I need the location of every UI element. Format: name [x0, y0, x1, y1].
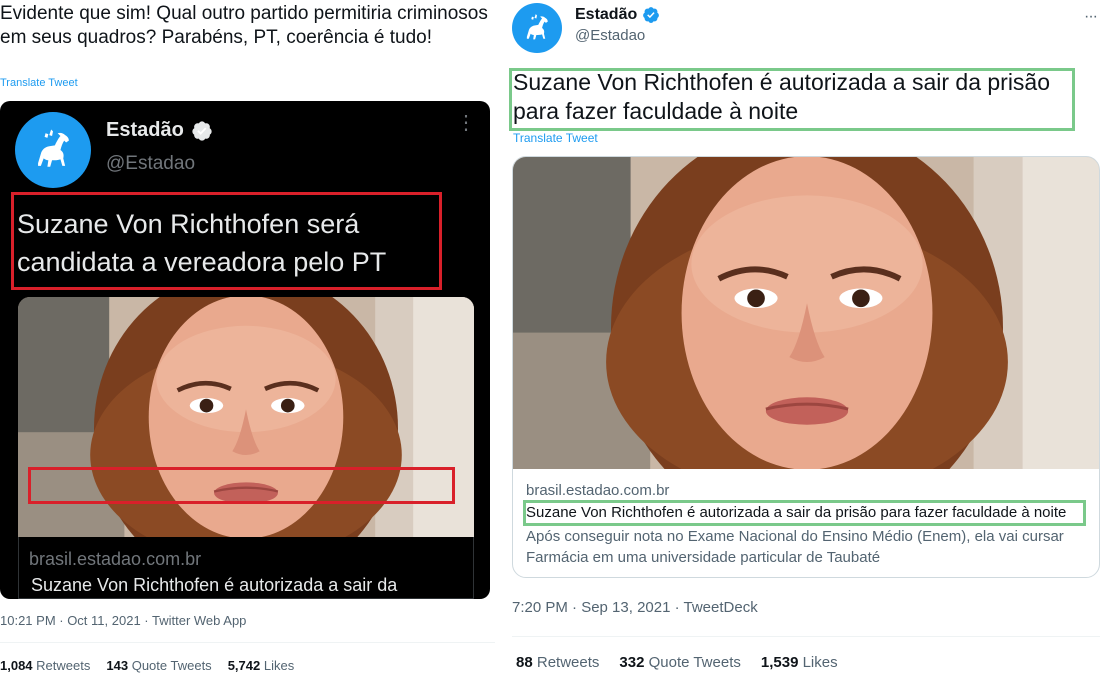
link-domain: brasil.estadao.com.br: [29, 549, 202, 569]
likes-stat[interactable]: 1,539 Likes: [761, 654, 838, 671]
retweets-label: Retweets: [536, 654, 600, 671]
likes-count: 1,539: [760, 654, 799, 671]
tweet-stats: 1,084 Retweets 143 Quote Tweets 5,742 Li…: [0, 658, 294, 673]
author-name-text: Estadão: [575, 6, 638, 23]
estadao-horse-logo-icon: [25, 122, 81, 178]
retweets-stat[interactable]: 1,084 Retweets: [0, 658, 90, 673]
translate-tweet-link[interactable]: Translate Tweet: [513, 131, 598, 145]
link-description: Após conseguir nota no Exame Nacional do…: [526, 528, 1064, 566]
link-title: Suzane Von Richthofen é autorizada a sai…: [31, 575, 398, 595]
author-name[interactable]: Estadão: [106, 119, 213, 142]
quote-tweets-stat[interactable]: 332 Quote Tweets: [619, 654, 740, 671]
highlight-box-red: [28, 467, 455, 504]
embedded-screenshot[interactable]: Estadão @Estadao ⋮ Suzane Von Richthofen…: [0, 101, 490, 599]
highlight-box-red: [11, 192, 442, 290]
tweet-timestamp[interactable]: 10:21 PM · Oct 11, 2021 · Twitter Web Ap…: [0, 613, 246, 628]
avatar[interactable]: [512, 3, 562, 53]
retweets-stat[interactable]: 88 Retweets: [516, 654, 599, 671]
more-options-icon[interactable]: ⋮: [456, 113, 476, 133]
divider: [0, 642, 495, 643]
highlight-box-green: [523, 500, 1086, 526]
likes-label: Likes: [263, 658, 295, 673]
link-card[interactable]: brasil.estadao.com.br Suzane Von Richtho…: [18, 537, 474, 599]
quotes-count: 332: [619, 654, 645, 671]
verified-badge-icon: [191, 120, 213, 142]
estadao-horse-logo-icon: [518, 9, 556, 47]
quote-tweets-stat[interactable]: 143 Quote Tweets: [106, 658, 211, 673]
quotes-label: Quote Tweets: [648, 654, 741, 671]
more-options-icon[interactable]: ···: [1084, 8, 1098, 26]
author-handle[interactable]: @Estadao: [575, 27, 645, 44]
likes-count: 5,742: [227, 658, 261, 673]
translate-tweet-link[interactable]: Translate Tweet: [0, 77, 78, 89]
author-name-text: Estadão: [106, 119, 184, 141]
likes-stat[interactable]: 5,742 Likes: [228, 658, 295, 673]
retweets-label: Retweets: [36, 658, 91, 673]
retweets-count: 88: [516, 654, 533, 671]
article-image[interactable]: [513, 157, 1100, 469]
original-tweet: Estadão @Estadao ··· Suzane Von Richthof…: [500, 0, 1100, 682]
quotes-count: 143: [106, 658, 129, 673]
highlight-box-green: [509, 68, 1075, 131]
verified-badge-icon: [642, 6, 660, 24]
tweet-timestamp[interactable]: 7:20 PM · Sep 13, 2021 · TweetDeck: [512, 599, 758, 616]
portrait-photo: [513, 157, 1100, 469]
author-handle[interactable]: @Estadao: [106, 153, 195, 175]
retweets-count: 1,084: [0, 658, 33, 673]
likes-label: Likes: [802, 654, 838, 671]
avatar[interactable]: [15, 112, 91, 188]
divider: [512, 636, 1100, 637]
author-name[interactable]: Estadão: [575, 6, 660, 24]
quotes-label: Quote Tweets: [131, 658, 212, 673]
tweet-text: Evidente que sim! Qual outro partido per…: [0, 3, 488, 48]
tweet-stats: 88 Retweets 332 Quote Tweets 1,539 Likes: [516, 654, 838, 671]
quote-tweet: Evidente que sim! Qual outro partido per…: [0, 0, 495, 682]
link-domain: brasil.estadao.com.br: [526, 482, 670, 499]
